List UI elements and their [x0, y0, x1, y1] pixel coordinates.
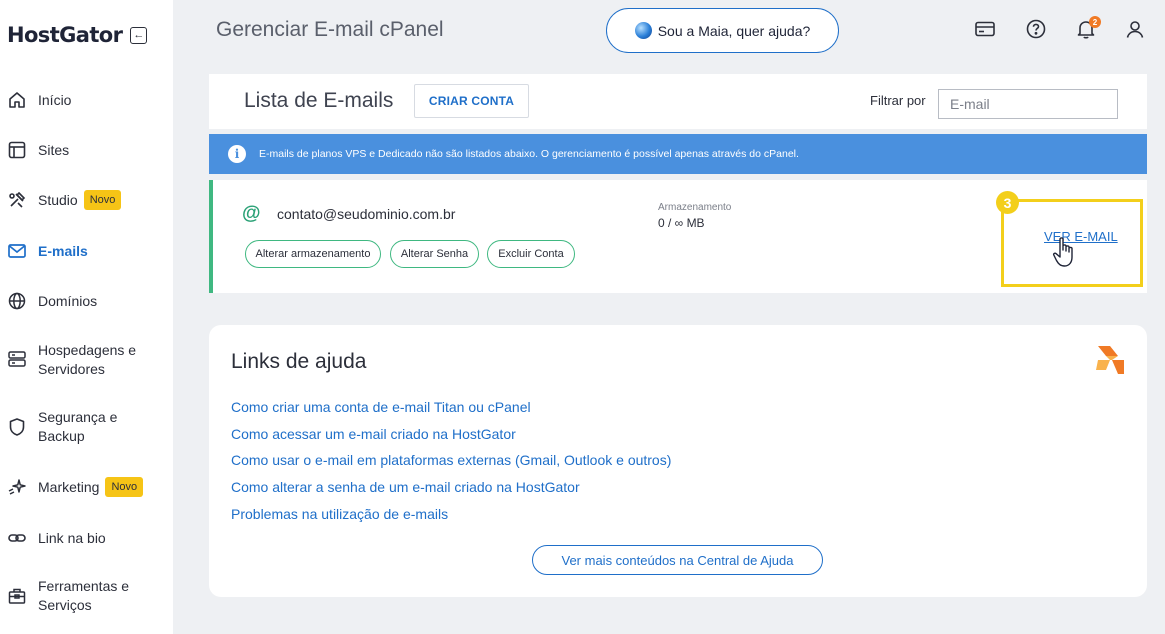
new-badge: Novo [83, 190, 122, 210]
storage-value: 0 / ∞ MB [658, 216, 705, 230]
sidebar-item-label: Marketing [38, 478, 100, 495]
sidebar-item-label: Domínios [38, 292, 98, 309]
server-icon [7, 349, 27, 369]
help-link[interactable]: Como criar uma conta de e-mail Titan ou … [231, 399, 531, 415]
toolbox-icon [7, 586, 27, 606]
info-banner: i E-mails de planos VPS e Dedicado não s… [209, 134, 1147, 174]
brand-name: HostGator [7, 23, 123, 47]
home-icon [7, 90, 27, 110]
link-icon [7, 528, 27, 548]
help-title: Links de ajuda [231, 350, 367, 373]
filter-label: Filtrar por [870, 93, 926, 108]
tools-icon [7, 190, 27, 210]
page-title: Gerenciar E-mail cPanel [216, 18, 444, 41]
sidebar-item-seguranca[interactable]: Segurança e Backup [7, 408, 173, 446]
sidebar-item-label: Ferramentas e Serviços [38, 578, 130, 613]
sidebar-item-label: Link na bio [38, 529, 106, 546]
sidebar-item-link-na-bio[interactable]: Link na bio [7, 528, 173, 548]
hostgator-mark-icon [1096, 346, 1124, 374]
step-number-badge: 3 [996, 191, 1019, 214]
at-sign-icon: @ [242, 203, 261, 224]
help-center-button[interactable]: Ver mais conteúdos na Central de Ajuda [532, 545, 823, 575]
help-icon[interactable] [1025, 18, 1047, 40]
change-password-button[interactable]: Alterar Senha [390, 240, 479, 268]
sidebar-item-label: Sites [38, 141, 70, 158]
sidebar-item-dominios[interactable]: Domínios [7, 291, 173, 311]
info-banner-text: E-mails de planos VPS e Dedicado não são… [259, 148, 799, 160]
sidebar-item-label: Segurança e Backup [38, 409, 118, 444]
logo[interactable]: HostGator ← [7, 20, 148, 50]
help-link[interactable]: Como acessar um e-mail criado na HostGat… [231, 426, 516, 442]
help-link[interactable]: Como alterar a senha de um e-mail criado… [231, 479, 580, 495]
email-address: contato@seudominio.com.br [277, 206, 456, 222]
new-badge: Novo [105, 477, 144, 497]
help-links-card: Links de ajuda Como criar uma conta de e… [209, 325, 1147, 597]
sparkle-icon [7, 477, 27, 497]
sidebar-item-hospedagens[interactable]: Hospedagens e Servidores [7, 341, 173, 379]
change-storage-button[interactable]: Alterar armazenamento [245, 240, 381, 268]
collapse-sidebar-icon[interactable]: ← [130, 26, 148, 44]
sidebar-item-sites[interactable]: Sites [7, 140, 173, 160]
globe-icon [7, 291, 27, 311]
sidebar-item-label: Início [38, 91, 72, 108]
email-list-header: Lista de E-mails CRIAR CONTA Filtrar por [209, 74, 1147, 129]
sidebar-item-marketing[interactable]: Marketing Novo [7, 477, 173, 497]
storage-label: Armazenamento [658, 202, 732, 213]
sidebar-item-inicio[interactable]: Início [7, 90, 173, 110]
maia-assistant-button[interactable]: Sou a Maia, quer ajuda? [606, 8, 839, 53]
sidebar-item-emails[interactable]: E-mails [7, 241, 173, 261]
hand-cursor-icon [1052, 237, 1073, 267]
help-link[interactable]: Como usar o e-mail em plataformas extern… [231, 452, 671, 468]
create-account-button[interactable]: CRIAR CONTA [414, 84, 529, 118]
notification-count-badge: 2 [1089, 16, 1101, 28]
info-icon: i [228, 145, 246, 163]
email-account-row: @ contato@seudominio.com.br Alterar arma… [209, 180, 1147, 293]
sidebar-item-label: E-mails [38, 242, 88, 259]
shield-icon [7, 417, 27, 437]
user-icon[interactable] [1124, 18, 1146, 40]
sidebar-item-label: Hospedagens e Servidores [38, 342, 137, 377]
email-list-title: Lista de E-mails [244, 89, 394, 112]
credit-card-icon[interactable] [974, 18, 996, 40]
browser-window-icon [7, 140, 27, 160]
help-link[interactable]: Problemas na utilização de e-mails [231, 506, 448, 522]
delete-account-button[interactable]: Excluir Conta [487, 240, 575, 268]
sidebar-item-label: Studio [38, 191, 78, 208]
sidebar: HostGator ← Início Sites Studio Novo E-m… [0, 0, 173, 634]
email-filter-input[interactable] [938, 89, 1118, 119]
sidebar-item-studio[interactable]: Studio Novo [7, 190, 173, 210]
envelope-icon [7, 241, 27, 261]
sidebar-item-ferramentas[interactable]: Ferramentas e Serviços [7, 577, 173, 615]
maia-assistant-label: Sou a Maia, quer ajuda? [657, 22, 811, 39]
maia-orb-icon [634, 22, 652, 39]
